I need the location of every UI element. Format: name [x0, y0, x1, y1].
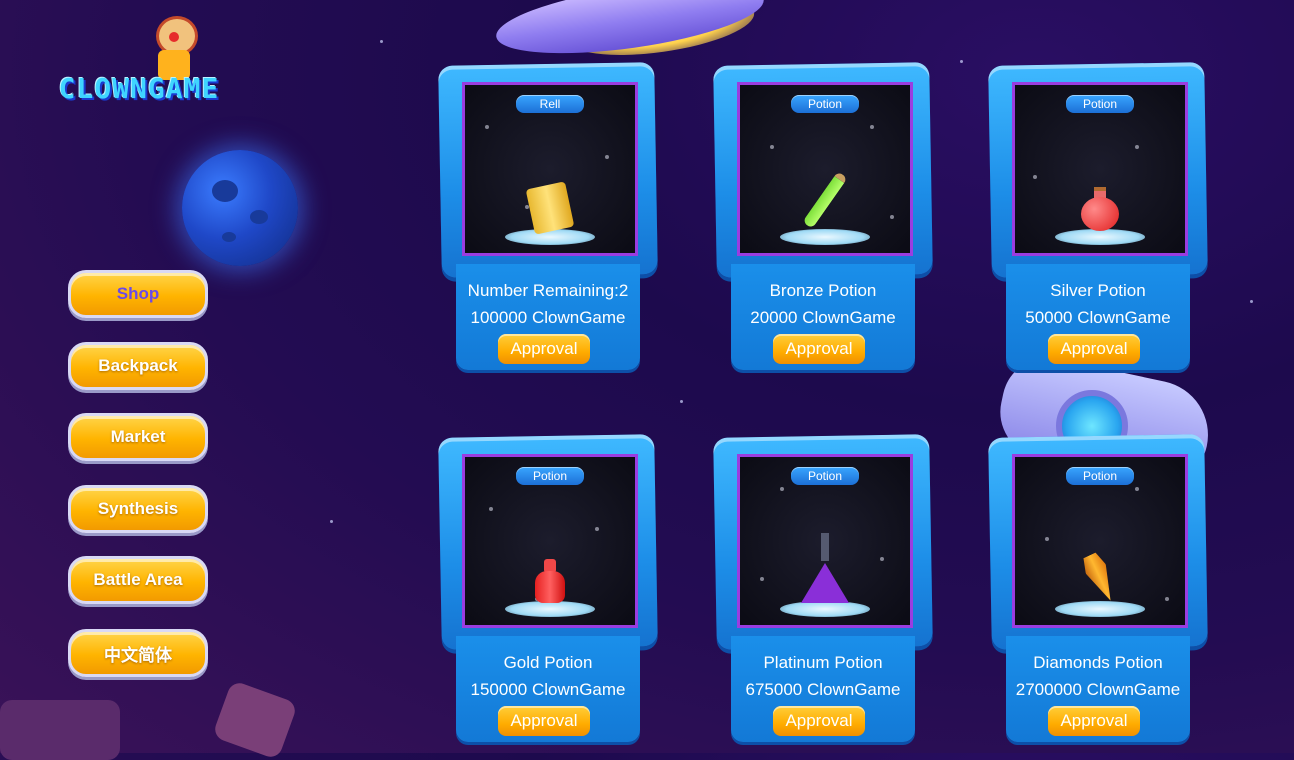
item-price: 100000 ClownGame	[470, 308, 626, 327]
menu-button-shop[interactable]: Shop	[68, 270, 208, 318]
menu-button-battle-area[interactable]: Battle Area	[68, 556, 208, 604]
item-tag: Potion	[1066, 95, 1134, 113]
red-flask-icon	[1081, 187, 1119, 231]
item-display: Potion	[1012, 82, 1188, 256]
logo-text: CLOWNGAME	[58, 72, 220, 105]
orange-gem-icon	[1089, 553, 1111, 603]
clown-mascot-icon	[144, 12, 204, 80]
pedestal	[1055, 229, 1145, 245]
planet-decoration	[182, 150, 298, 266]
item-name: Platinum Potion	[763, 653, 883, 672]
item-display: Potion	[462, 454, 638, 628]
item-price: 50000 ClownGame	[1025, 308, 1171, 327]
shop-card: Potion Bronze Potion 20000 ClownGame App…	[713, 62, 933, 374]
rock-decoration	[211, 679, 299, 760]
menu-button-backpack[interactable]: Backpack	[68, 342, 208, 390]
approval-button[interactable]: Approval	[773, 706, 865, 736]
item-name: Silver Potion	[1050, 281, 1146, 300]
pedestal	[1055, 601, 1145, 617]
star-decoration	[960, 60, 963, 63]
item-tag: Potion	[791, 467, 859, 485]
item-display: Potion	[737, 454, 913, 628]
pedestal	[505, 601, 595, 617]
pedestal	[780, 229, 870, 245]
item-name: Diamonds Potion	[1033, 653, 1163, 672]
item-name: Gold Potion	[503, 653, 593, 672]
item-tag: Potion	[791, 95, 859, 113]
approval-button[interactable]: Approval	[773, 334, 865, 364]
item-price: 675000 ClownGame	[745, 680, 901, 699]
item-tag: Potion	[1066, 467, 1134, 485]
shop-card: Rell Number Remaining:2 100000 ClownGame…	[438, 62, 658, 374]
item-display: Potion	[1012, 454, 1188, 628]
shop-card: Potion Platinum Potion 675000 ClownGame …	[713, 434, 933, 746]
approval-button[interactable]: Approval	[498, 706, 590, 736]
item-name: Bronze Potion	[769, 281, 877, 300]
green-vial-icon	[802, 169, 848, 231]
shop-card: Potion Gold Potion 150000 ClownGame Appr…	[438, 434, 658, 746]
star-decoration	[1250, 300, 1253, 303]
logo[interactable]: CLOWNGAME	[44, 12, 234, 108]
shop-card: Potion Silver Potion 50000 ClownGame App…	[988, 62, 1208, 374]
shop-card: Potion Diamonds Potion 2700000 ClownGame…	[988, 434, 1208, 746]
item-tag: Rell	[516, 95, 584, 113]
star-decoration	[330, 520, 333, 523]
pedestal	[780, 601, 870, 617]
approval-button[interactable]: Approval	[1048, 334, 1140, 364]
red-jar-icon	[535, 559, 565, 603]
item-name: Number Remaining:2	[467, 281, 629, 300]
purple-flask-icon	[801, 533, 849, 603]
item-display: Potion	[737, 82, 913, 256]
menu-button-language[interactable]: 中文简体	[68, 629, 208, 677]
item-price: 150000 ClownGame	[470, 680, 626, 699]
approval-button[interactable]: Approval	[498, 334, 590, 364]
item-price: 20000 ClownGame	[750, 308, 896, 327]
item-display: Rell	[462, 82, 638, 256]
item-price: 2700000 ClownGame	[1015, 680, 1181, 699]
menu-button-market[interactable]: Market	[68, 413, 208, 461]
scroll-icon	[525, 181, 575, 235]
star-decoration	[380, 40, 383, 43]
approval-button[interactable]: Approval	[1048, 706, 1140, 736]
menu-button-synthesis[interactable]: Synthesis	[68, 485, 208, 533]
ufo-decoration	[492, 0, 768, 67]
star-decoration	[680, 400, 683, 403]
rock-decoration	[0, 700, 120, 760]
item-tag: Potion	[516, 467, 584, 485]
